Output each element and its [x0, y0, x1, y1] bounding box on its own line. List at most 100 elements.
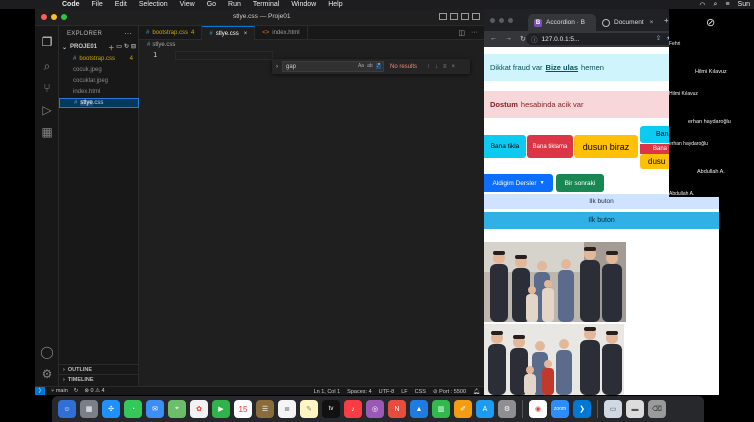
menu-window[interactable]: Window — [291, 1, 316, 8]
find-query[interactable]: gap — [286, 64, 296, 70]
podcasts-icon[interactable]: ◎ — [366, 400, 384, 418]
menu-edit[interactable]: Edit — [115, 1, 127, 8]
new-folder-icon[interactable]: ▭ — [116, 43, 122, 52]
system-settings-icon[interactable]: ⚙ — [498, 400, 516, 418]
editor-current-line[interactable] — [175, 51, 273, 60]
menu-terminal[interactable]: Terminal — [253, 1, 279, 8]
customize-layout-icon[interactable] — [472, 13, 480, 20]
match-case-toggle[interactable]: Aa — [358, 63, 364, 69]
split-editor-icon[interactable]: ◫ — [458, 29, 465, 37]
launchpad-icon[interactable]: ▦ — [80, 400, 98, 418]
toggle-panel-icon[interactable] — [450, 13, 458, 20]
contact-link[interactable]: Bize ulas — [546, 63, 579, 72]
warning-button[interactable]: dusun biraz — [574, 135, 638, 158]
danger-button[interactable]: Bana tiklama — [527, 135, 573, 158]
account-icon[interactable]: ◯ — [39, 344, 55, 360]
search-icon[interactable]: ⌕ — [39, 58, 55, 74]
language-mode[interactable]: CSS — [415, 389, 426, 395]
address-bar[interactable]: ⓘ 127.0.0.1:5... ⇪ ★ — [526, 33, 676, 45]
use-regex-toggle[interactable]: .* — [375, 63, 381, 69]
explorer-icon[interactable]: ❐ — [39, 34, 55, 50]
notifications-icon[interactable]: 🔔︎ — [473, 389, 480, 395]
maps-icon[interactable]: ⌖ — [168, 400, 186, 418]
menu-file[interactable]: File — [92, 1, 103, 8]
new-file-icon[interactable]: ＋ — [108, 43, 114, 52]
next-button[interactable]: Bir sonraki — [556, 174, 604, 192]
close-window-button[interactable] — [41, 14, 47, 20]
menubar-clock[interactable]: Sun — [738, 1, 750, 8]
safari-icon[interactable]: ✣ — [102, 400, 120, 418]
tab-stlye-css[interactable]: # stlye.css × — [202, 26, 256, 40]
camera-off-icon[interactable]: ⊘ — [706, 16, 715, 29]
tv-icon[interactable]: tv — [322, 400, 340, 418]
toggle-replace-icon[interactable]: › — [272, 64, 282, 70]
messages-icon[interactable]: ◔ — [124, 400, 142, 418]
notes-icon[interactable]: ✎ — [300, 400, 318, 418]
tab-bootstrap-css[interactable]: # bootstrap.css 4 — [139, 26, 203, 40]
menu-view[interactable]: View — [180, 1, 195, 8]
reminders-icon[interactable]: ≣ — [278, 400, 296, 418]
minimize-window-button[interactable] — [499, 18, 504, 23]
search-icon[interactable]: ⌕ — [714, 1, 718, 9]
live-server-port[interactable]: ⊘ Port : 5500 — [433, 389, 466, 395]
back-icon[interactable]: ← — [490, 35, 497, 43]
new-tab-icon[interactable]: + — [664, 16, 669, 25]
zoom-icon[interactable]: zoom — [551, 400, 569, 418]
toggle-secondary-sidebar-icon[interactable] — [461, 13, 469, 20]
browser-tab-accordion[interactable]: B Accordion · B — [528, 14, 596, 31]
zoom-window-button[interactable] — [61, 14, 67, 20]
toggle-sidebar-icon[interactable] — [439, 13, 447, 20]
refresh-icon[interactable]: ↻ — [124, 43, 129, 52]
sync-icon[interactable]: ↻ — [74, 388, 79, 394]
more-actions-icon[interactable]: ··· — [471, 29, 478, 37]
url-text[interactable]: 127.0.0.1:5... — [542, 36, 580, 43]
collapse-icon[interactable]: ⊟ — [131, 43, 136, 52]
indentation[interactable]: Spaces: 4 — [347, 389, 371, 395]
close-find-icon[interactable]: × — [452, 64, 456, 70]
reload-icon[interactable]: ↻ — [520, 35, 526, 43]
downloads-stack-icon[interactable]: ▭ — [604, 400, 622, 418]
menu-help[interactable]: Help — [328, 1, 342, 8]
dropdown-button[interactable]: Aldigim Dersler ▼ — [484, 174, 553, 192]
pages-icon[interactable]: ✐ — [454, 400, 472, 418]
find-input[interactable]: gap Aa ab .* — [282, 61, 384, 72]
run-debug-icon[interactable]: ▷ — [39, 102, 55, 118]
photos-icon[interactable]: ✿ — [190, 400, 208, 418]
file-index-html[interactable]: index.html — [59, 87, 139, 97]
numbers-icon[interactable]: ▥ — [432, 400, 450, 418]
match-whole-word-toggle[interactable]: ab — [367, 63, 373, 69]
trash-icon[interactable]: ⌫ — [648, 400, 666, 418]
calendar-icon[interactable]: 15 — [234, 400, 252, 418]
next-match-icon[interactable]: ↓ — [435, 64, 438, 70]
zoom-window-button[interactable] — [508, 18, 513, 23]
rename-selection[interactable]: stlye — [80, 100, 93, 106]
timeline-section[interactable]: › TIMELINE — [59, 374, 139, 384]
menu-run[interactable]: Run — [228, 1, 241, 8]
music-icon[interactable]: ♪ — [344, 400, 362, 418]
news-icon[interactable]: N — [388, 400, 406, 418]
tab-index-html[interactable]: <> index.html — [255, 26, 308, 40]
menu-selection[interactable]: Selection — [139, 1, 168, 8]
browser-tab-document[interactable]: Document × — [596, 14, 662, 31]
contacts-icon[interactable]: ☰ — [256, 400, 274, 418]
menu-app-name[interactable]: Code — [62, 1, 80, 8]
source-control-icon[interactable]: ⑂ — [39, 80, 55, 96]
finder-icon[interactable]: ☺ — [58, 400, 76, 418]
branch-status[interactable]: ⑂ main — [51, 388, 68, 394]
forward-icon[interactable]: → — [505, 35, 512, 43]
more-actions-icon[interactable]: ··· — [124, 29, 132, 38]
settings-gear-icon[interactable]: ⚙ — [39, 366, 55, 382]
site-info-icon[interactable]: ⓘ — [531, 34, 538, 44]
chrome-icon[interactable]: ◉ — [529, 400, 547, 418]
file-bootstrap-css[interactable]: # bootstrap.css 4 — [59, 54, 139, 64]
previous-match-icon[interactable]: ↑ — [427, 64, 430, 70]
mail-icon[interactable]: ✉ — [146, 400, 164, 418]
close-window-button[interactable] — [490, 18, 495, 23]
share-icon[interactable]: ⇪ — [656, 34, 661, 42]
keynote-icon[interactable]: ▲ — [410, 400, 428, 418]
end-of-line[interactable]: LF — [401, 389, 407, 395]
wifi-icon[interactable]: ◠ — [699, 1, 705, 9]
encoding[interactable]: UTF-8 — [379, 389, 395, 395]
app-store-icon[interactable]: A — [476, 400, 494, 418]
close-tab-icon[interactable]: × — [650, 19, 654, 26]
